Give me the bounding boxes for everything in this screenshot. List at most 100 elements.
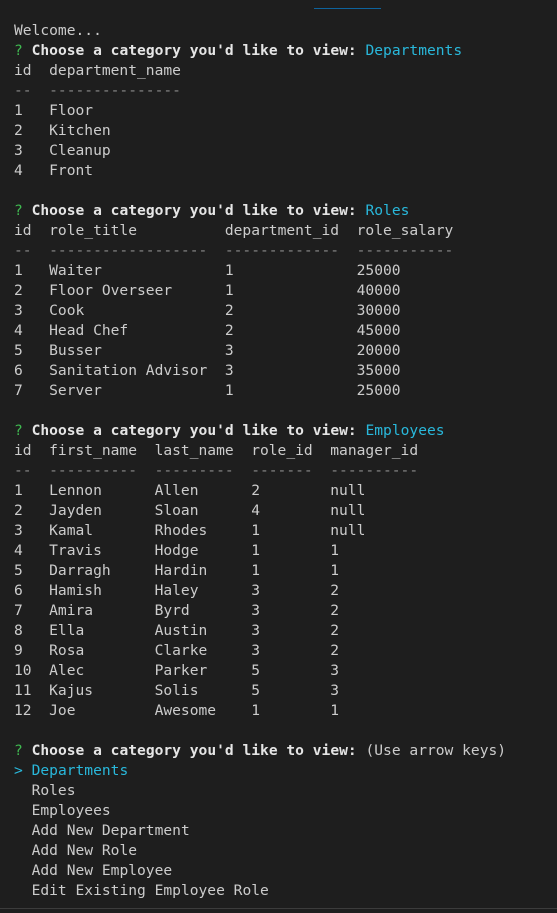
data-cell: 25000	[356, 382, 401, 399]
data-cell: 3	[251, 602, 260, 619]
roles-table-separator: -- ------------------ ------------- -------…	[14, 241, 557, 261]
data-cell: 4	[14, 162, 23, 179]
separator-cell: -------	[251, 462, 313, 479]
prompt-question: Choose a category you'd like to view:	[31, 42, 357, 59]
menu-option-label: Departments	[31, 762, 129, 779]
data-cell: 2	[14, 122, 23, 139]
menu-option[interactable]: Add New Department	[14, 821, 557, 841]
separator-cell: --	[14, 462, 32, 479]
data-cell: 1	[251, 542, 260, 559]
menu-option-selected[interactable]: > Departments	[14, 761, 557, 781]
data-cell: 4	[251, 502, 260, 519]
data-cell: Ella	[49, 622, 85, 639]
data-cell: 8	[14, 622, 23, 639]
roles-table-row: 4 Head Chef 2 45000	[14, 321, 557, 341]
data-cell: 1	[251, 522, 260, 539]
data-cell: Amira	[49, 602, 94, 619]
separator-cell: ----------	[330, 462, 419, 479]
menu-option[interactable]: Edit Existing Employee Role	[14, 881, 557, 901]
data-cell: 6	[14, 362, 23, 379]
header-cell: last_name	[154, 442, 234, 459]
data-cell: 1	[14, 262, 23, 279]
header-cell: role_salary	[356, 222, 454, 239]
menu-option[interactable]: Add New Role	[14, 841, 557, 861]
terminal-bottom-border	[0, 908, 557, 913]
data-cell: Rosa	[49, 642, 85, 659]
data-cell: 5	[251, 662, 260, 679]
data-cell: 35000	[356, 362, 401, 379]
data-cell: Lennon	[49, 482, 102, 499]
data-cell: 3	[330, 662, 340, 679]
data-cell: 1	[251, 702, 260, 719]
data-cell: Hamish	[49, 582, 102, 599]
data-cell: 3	[14, 302, 23, 319]
data-cell: Kitchen	[49, 122, 111, 139]
header-cell: manager_id	[330, 442, 419, 459]
data-cell: Byrd	[154, 602, 190, 619]
employees-table-row: 1 Lennon Allen 2 null	[14, 481, 557, 501]
data-cell: Waiter	[49, 262, 102, 279]
data-cell: 3	[224, 342, 234, 359]
roles-table-row: 1 Waiter 1 25000	[14, 261, 557, 281]
data-cell: 7	[14, 382, 23, 399]
header-cell: role_title	[49, 222, 138, 239]
separator-cell: ------------------	[49, 242, 208, 259]
employees-table-row: 9 Rosa Clarke 3 2	[14, 641, 557, 661]
menu-option[interactable]: Employees	[14, 801, 557, 821]
data-cell: 1	[251, 562, 260, 579]
menu-option-label: Edit Existing Employee Role	[31, 882, 269, 899]
separator-cell: --	[14, 82, 32, 99]
menu-option-label: Roles	[31, 782, 76, 799]
data-cell: Hardin	[154, 562, 208, 579]
data-cell: 3	[251, 622, 260, 639]
data-cell: 3	[251, 642, 260, 659]
menu-option[interactable]: Add New Employee	[14, 861, 557, 881]
departments-table-separator: -- ---------------	[14, 81, 557, 101]
prompt-answer: Departments	[365, 42, 463, 59]
menu-option-label: Add New Role	[31, 842, 138, 859]
data-cell: Parker	[154, 662, 208, 679]
data-cell: Solis	[154, 682, 199, 699]
departments-table-header: id department_name	[14, 61, 557, 81]
data-cell: 1	[14, 482, 23, 499]
data-cell: 3	[14, 142, 23, 159]
data-cell: 2	[330, 582, 340, 599]
employees-table-row: 4 Travis Hodge 1 1	[14, 541, 557, 561]
data-cell: 1	[330, 702, 340, 719]
roles-table-row: 3 Cook 2 30000	[14, 301, 557, 321]
selection-pointer-icon: >	[14, 762, 23, 779]
data-cell: Jayden	[49, 502, 102, 519]
data-cell: Clarke	[154, 642, 208, 659]
data-cell: 1	[224, 282, 234, 299]
data-cell: 7	[14, 602, 23, 619]
header-cell: id	[14, 442, 32, 459]
data-cell: 10	[14, 662, 32, 679]
data-cell: 2	[330, 622, 340, 639]
data-cell: 5	[251, 682, 260, 699]
menu-option[interactable]: Roles	[14, 781, 557, 801]
data-cell: Cleanup	[49, 142, 111, 159]
terminal-output[interactable]: Welcome...? Choose a category you'd like…	[14, 21, 557, 901]
data-cell: 40000	[356, 282, 401, 299]
prompt-question: Choose a category you'd like to view:	[31, 742, 357, 759]
data-cell: Sloan	[154, 502, 199, 519]
separator-cell: ---------	[154, 462, 234, 479]
prompt-question: Choose a category you'd like to view:	[31, 422, 357, 439]
employees-table-row: 2 Jayden Sloan 4 null	[14, 501, 557, 521]
question-mark-icon: ?	[14, 202, 23, 219]
data-cell: 9	[14, 642, 23, 659]
data-cell: 2	[330, 602, 340, 619]
data-cell: null	[330, 482, 366, 499]
data-cell: 3	[251, 582, 260, 599]
data-cell: Allen	[154, 482, 199, 499]
data-cell: Haley	[154, 582, 199, 599]
data-cell: Kamal	[49, 522, 94, 539]
header-cell: id	[14, 62, 32, 79]
departments-table-row: 1 Floor	[14, 101, 557, 121]
roles-table-row: 6 Sanitation Advisor 3 35000	[14, 361, 557, 381]
prompt-answer: Employees	[365, 422, 445, 439]
data-cell: Busser	[49, 342, 102, 359]
data-cell: 1	[330, 562, 340, 579]
active-tab-indicator	[314, 8, 381, 9]
